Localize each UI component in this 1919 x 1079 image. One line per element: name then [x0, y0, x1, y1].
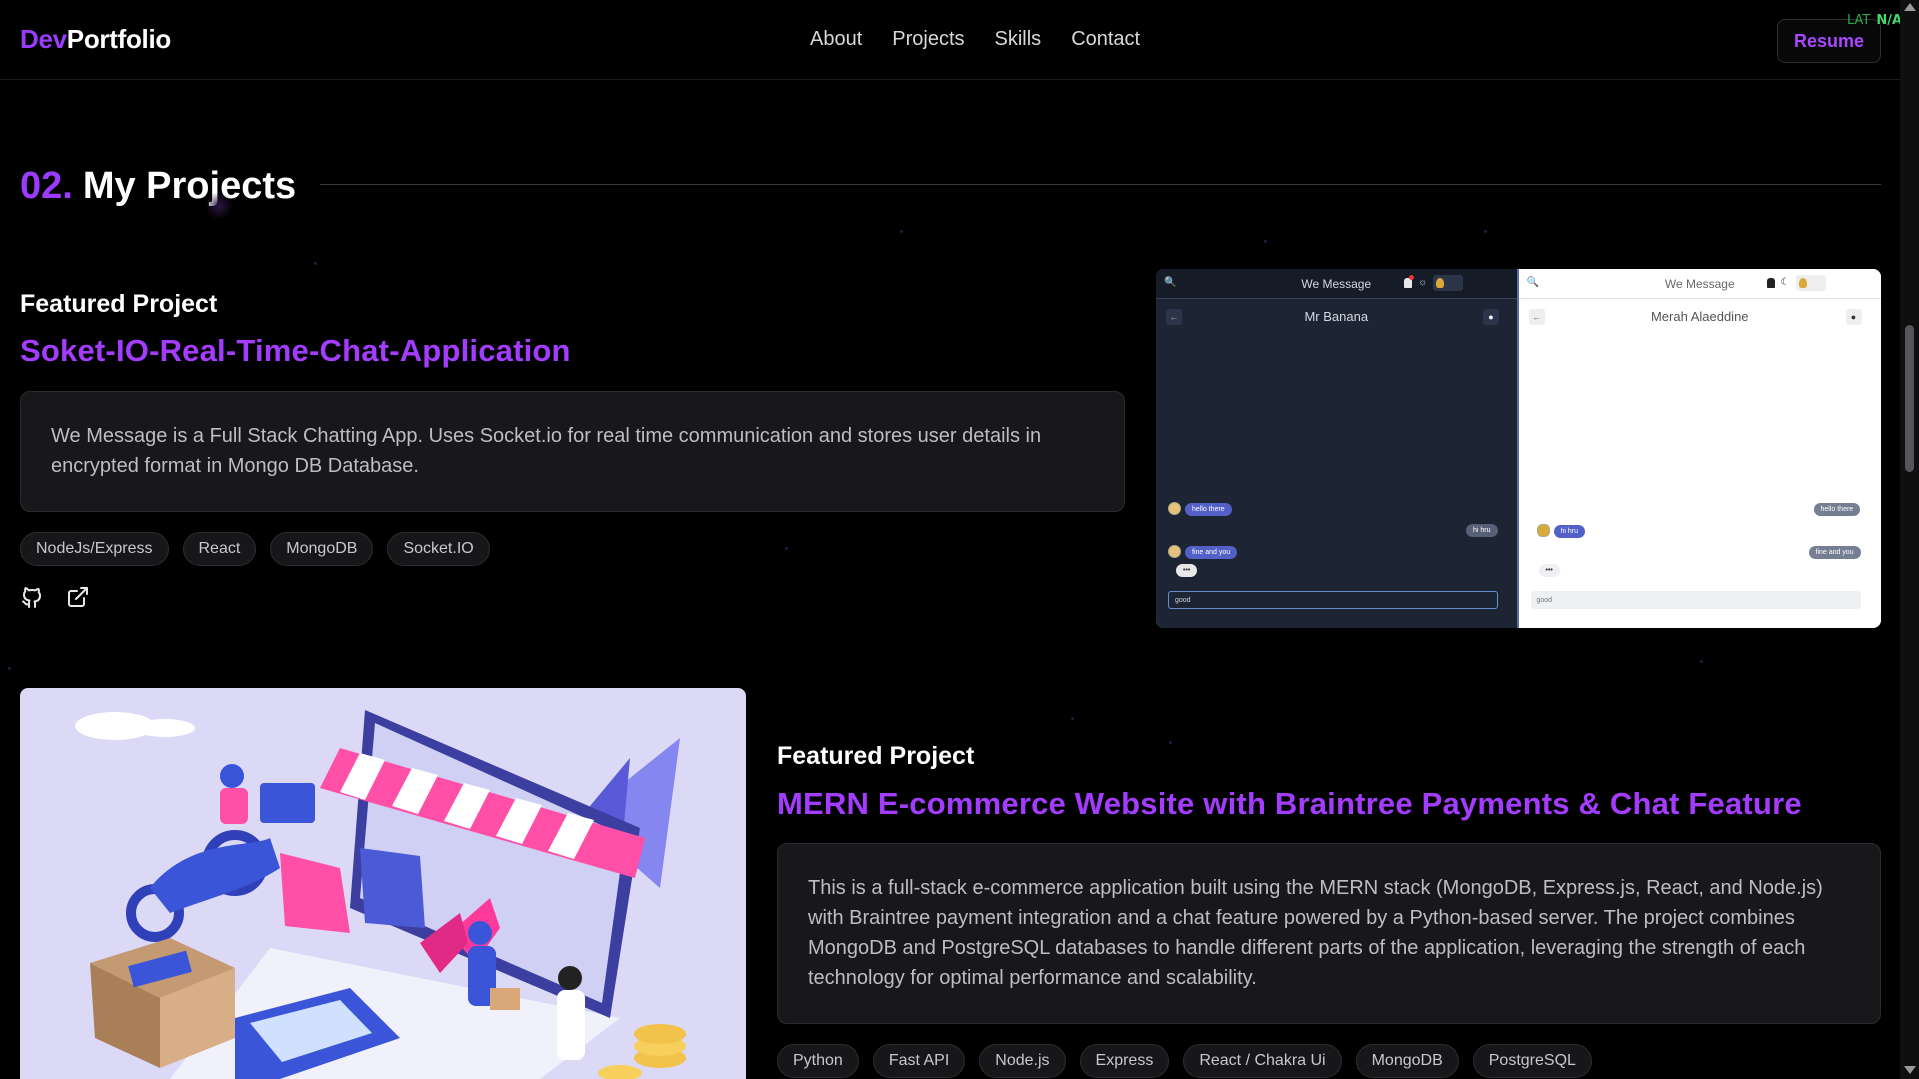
cursor-glow [205, 192, 233, 220]
project-2-tags: Python Fast API Node.js Express React / … [777, 1044, 1592, 1078]
message-input: good [1530, 591, 1861, 609]
latency-label: LAT [1847, 13, 1871, 28]
section-title: 02. My Projects [20, 165, 296, 208]
tag: NodeJs/Express [20, 532, 169, 566]
tag: React [182, 532, 257, 566]
app-name: We Message [1301, 276, 1372, 291]
section-heading: My Projects [82, 165, 297, 207]
tag: Express [1079, 1044, 1170, 1078]
chat-bubble: hi hru [1466, 524, 1498, 537]
scroll-down-arrow-icon[interactable] [1904, 1066, 1916, 1074]
tag: Node.js [979, 1044, 1066, 1078]
github-icon[interactable] [20, 585, 44, 609]
tag: PostgreSQL [1472, 1044, 1592, 1078]
preview-header: 🔍 We Message ☾ [1518, 269, 1881, 299]
project-1-links [20, 585, 90, 609]
site-logo[interactable]: DevPortfolio [20, 24, 171, 55]
avatar [1168, 502, 1181, 515]
sun-icon: ☼ [1418, 277, 1428, 288]
avatar [1536, 524, 1550, 537]
project-1-kicker: Featured Project [20, 290, 218, 318]
project-2-description: This is a full-stack e-commerce applicat… [777, 843, 1881, 1024]
notification-dot [1409, 275, 1414, 280]
logo-accent-text: Dev [20, 24, 67, 54]
project-2-kicker: Featured Project [777, 742, 975, 770]
top-navbar: DevPortfolio About Projects Skills Conta… [0, 0, 1902, 80]
preview-header: 🔍 We Message ☼ [1156, 269, 1517, 299]
chat-bubble: fine and you [1185, 546, 1238, 559]
avatar [1168, 545, 1181, 558]
tag: Socket.IO [387, 532, 490, 566]
scroll-up-arrow-icon[interactable] [1904, 3, 1916, 11]
project-1-tags: NodeJs/Express React MongoDB Socket.IO [20, 532, 490, 566]
nav-item-skills[interactable]: Skills [995, 28, 1042, 51]
eye-icon: ● [1845, 309, 1862, 325]
moon-icon: ☾ [1780, 277, 1790, 288]
project-1-description: We Message is a Full Stack Chatting App.… [20, 391, 1125, 512]
message-input: good [1168, 591, 1498, 609]
latency-value: N/A [1876, 13, 1903, 28]
external-link-icon[interactable] [66, 585, 90, 609]
avatar-icon [1436, 278, 1444, 288]
portfolio-page: DevPortfolio About Projects Skills Conta… [0, 0, 1919, 1079]
search-icon: 🔍 [1164, 277, 1177, 288]
ecommerce-illustration [75, 710, 686, 1079]
app-name: We Message [1664, 276, 1735, 291]
section-divider [320, 184, 1881, 185]
avatar-icon [1798, 278, 1807, 288]
tag: Python [777, 1044, 859, 1078]
nav-item-projects[interactable]: Projects [892, 28, 964, 51]
scrollbar-thumb[interactable] [1905, 325, 1914, 472]
project-1-preview-image[interactable]: 🔍 We Message ☼ ← Mr Banana ● hello there… [1156, 269, 1881, 628]
project-2-title[interactable]: MERN E-commerce Website with Braintree P… [777, 786, 1802, 822]
chat-bubble: hello there [1185, 503, 1232, 516]
project-1-title[interactable]: Soket-IO-Real-Time-Chat-Application [20, 333, 571, 369]
nav-item-contact[interactable]: Contact [1071, 28, 1140, 51]
typing-indicator: ••• [1176, 564, 1198, 577]
light-theme-preview: 🔍 We Message ☾ ← Merah Alaeddine ● hello… [1518, 269, 1881, 628]
chat-contact-name: Mr Banana [1304, 309, 1369, 324]
chat-bubble: fine and you [1808, 546, 1861, 559]
chat-bubble: hi hru [1553, 525, 1586, 538]
chat-bubble: hello there [1813, 503, 1861, 516]
logo-main-text: Portfolio [66, 24, 171, 54]
page-scrollbar[interactable] [1900, 0, 1919, 1079]
tag: Fast API [872, 1044, 966, 1078]
dark-theme-preview: 🔍 We Message ☼ ← Mr Banana ● hello there… [1156, 269, 1519, 628]
search-icon: 🔍 [1526, 277, 1539, 288]
project-2-preview-image[interactable] [20, 688, 746, 1079]
tag: React / Chakra Ui [1183, 1044, 1342, 1078]
bell-icon [1766, 278, 1775, 288]
chat-contact-name: Merah Alaeddine [1650, 309, 1749, 324]
nav-item-about[interactable]: About [810, 28, 862, 51]
main-nav: About Projects Skills Contact [810, 28, 1140, 51]
typing-indicator: ••• [1538, 564, 1560, 577]
section-number: 02. [20, 165, 73, 207]
tag: MongoDB [270, 532, 374, 566]
tag: MongoDB [1355, 1044, 1459, 1078]
latency-indicator: LAT N/A [1847, 13, 1902, 28]
eye-icon: ● [1483, 309, 1499, 325]
